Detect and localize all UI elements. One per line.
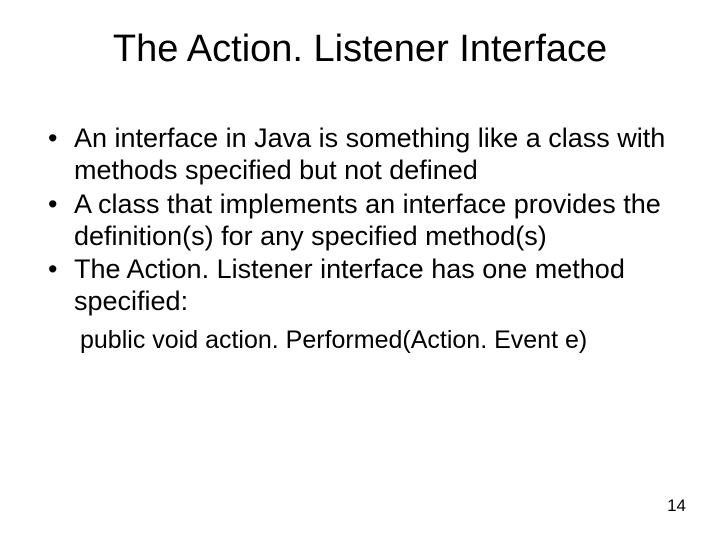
bullet-item: The Action. Listener interface has one m… <box>44 254 682 318</box>
bullet-list: An interface in Java is something like a… <box>44 123 682 318</box>
slide-content: An interface in Java is something like a… <box>38 123 682 355</box>
slide: The Action. Listener Interface An interf… <box>0 0 720 540</box>
bullet-item: An interface in Java is something like a… <box>44 123 682 187</box>
page-number: 14 <box>667 496 686 516</box>
slide-title: The Action. Listener Interface <box>38 28 682 71</box>
code-line: public void action. Performed(Action. Ev… <box>44 326 682 355</box>
bullet-item: A class that implements an interface pro… <box>44 189 682 253</box>
